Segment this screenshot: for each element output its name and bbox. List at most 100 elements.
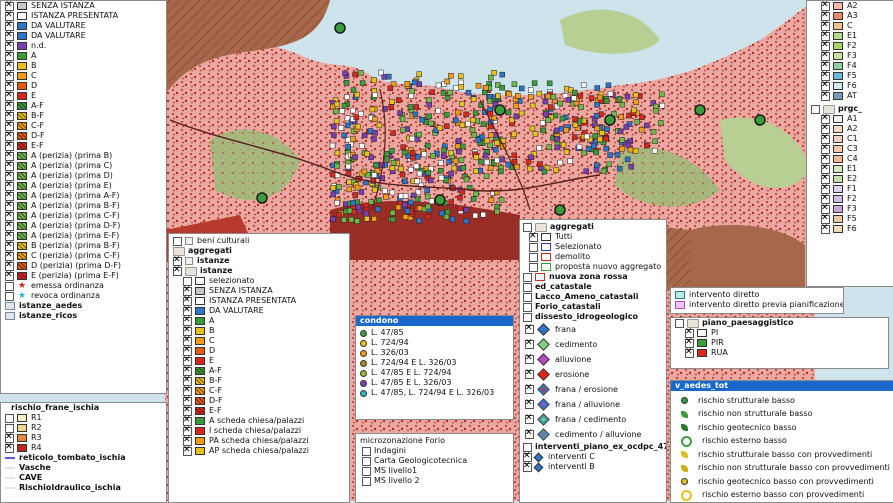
layer-checkbox[interactable] xyxy=(523,282,532,292)
legend-item[interactable]: ISTANZA PRESENTATA xyxy=(1,10,166,21)
layer-row[interactable]: istanze_ricos xyxy=(1,311,166,321)
condono-item[interactable]: L. 47/85 xyxy=(360,328,513,338)
legend-item[interactable]: A2 xyxy=(821,1,893,11)
interventi-item[interactable]: interventi B xyxy=(523,461,666,472)
legend-item[interactable]: istanze xyxy=(169,255,349,266)
layer-checkbox[interactable] xyxy=(523,272,532,282)
legend-item[interactable]: A xyxy=(1,50,166,61)
layer-checkbox[interactable] xyxy=(5,442,14,453)
prgc-title[interactable]: prgc_ xyxy=(807,104,893,114)
legend-item[interactable]: nuova zona rossa xyxy=(523,272,666,282)
legend-item[interactable]: selezionato xyxy=(169,276,349,286)
legend-item[interactable]: proposta nuovo aggregato xyxy=(523,262,666,272)
layer-checkbox[interactable] xyxy=(362,466,371,476)
legend-item[interactable]: A (perizia) (prima E-F) xyxy=(1,230,166,241)
legend-item[interactable]: E1 xyxy=(821,163,893,174)
legend-item[interactable]: intervento diretto previa pianificazione xyxy=(675,300,843,310)
legend-item[interactable]: F1 xyxy=(821,183,893,194)
aedes-title[interactable]: v_aedes_tot xyxy=(671,381,893,391)
legend-item[interactable]: C-F xyxy=(1,120,166,131)
layer-checkbox[interactable] xyxy=(525,413,534,424)
legend-item[interactable]: D-F xyxy=(1,130,166,141)
legend-item[interactable]: C xyxy=(169,335,349,346)
legend-item[interactable]: A (perizia) (prima B) xyxy=(1,150,166,161)
legend-item[interactable]: C (perizia) (prima C-F) xyxy=(1,250,166,261)
legend-item[interactable]: E1 xyxy=(821,30,893,41)
layer-checkbox[interactable] xyxy=(529,231,538,242)
layer-checkbox[interactable] xyxy=(525,368,534,379)
layer-checkbox[interactable] xyxy=(173,265,182,276)
legend-item[interactable]: A-F xyxy=(1,100,166,111)
legend-item[interactable]: C xyxy=(1,70,166,81)
legend-item[interactable]: F4 xyxy=(821,60,893,71)
legend-item[interactable]: aggregati xyxy=(169,246,349,256)
legend-item[interactable]: istanze xyxy=(169,265,349,276)
legend-item[interactable]: A (perizia) (prima E) xyxy=(1,180,166,191)
dissesto-item[interactable]: frana xyxy=(525,322,666,337)
layer-row[interactable]: RischioIdraulico_ischia xyxy=(1,483,166,493)
layer-checkbox[interactable] xyxy=(173,236,182,246)
legend-item[interactable]: A (perizia) (prima C-F) xyxy=(1,210,166,221)
legend-item[interactable]: DA VALUTARE xyxy=(1,30,166,41)
legend-item[interactable]: D-F xyxy=(169,395,349,406)
legend-item[interactable]: B xyxy=(169,325,349,336)
legend-item[interactable]: E-F xyxy=(1,140,166,151)
legend-item[interactable]: intervento diretto xyxy=(675,290,843,300)
legend-item[interactable]: DA VALUTARE xyxy=(1,20,166,31)
legend-item[interactable]: F6 xyxy=(821,80,893,91)
legend-item[interactable]: PIR xyxy=(685,337,888,348)
piano-checkbox[interactable] xyxy=(675,318,684,328)
layer-checkbox[interactable] xyxy=(525,338,534,349)
legend-item[interactable]: ★ revoca ordinanza xyxy=(1,291,166,301)
legend-item[interactable]: A (perizia) (prima B-F) xyxy=(1,200,166,211)
microzonazione-title[interactable]: microzonazione Forio xyxy=(356,436,513,446)
legend-item[interactable]: ed_catastale xyxy=(523,282,666,292)
legend-item[interactable]: B (perizia) (prima B-F) xyxy=(1,240,166,251)
legend-item[interactable]: demolito xyxy=(523,252,666,262)
legend-item[interactable]: F6 xyxy=(821,223,893,234)
legend-item[interactable]: A2 xyxy=(821,123,893,134)
legend-item[interactable]: B-F xyxy=(169,375,349,386)
layer-checkbox[interactable] xyxy=(523,461,532,472)
legend-item[interactable]: E xyxy=(169,355,349,366)
legend-item[interactable]: B-F xyxy=(1,110,166,121)
condono-item[interactable]: L. 724/94 xyxy=(360,338,513,348)
condono-item[interactable]: L. 47/85 E L. 724/94 xyxy=(360,368,513,378)
legend-item[interactable]: beni culturali xyxy=(169,236,349,246)
interventi-item[interactable]: interventi_piano_ex_ocdpc_476 xyxy=(523,442,666,452)
dissesto-item[interactable]: erosione xyxy=(525,367,666,382)
legend-item[interactable]: D (perizia) (prima D-F) xyxy=(1,260,166,271)
legend-item[interactable]: DA VALUTARE xyxy=(169,305,349,316)
legend-item[interactable]: F5 xyxy=(821,213,893,224)
legend-item[interactable]: D xyxy=(169,345,349,356)
legend-item[interactable]: F3 xyxy=(821,50,893,61)
legend-item[interactable]: SENZA ISTANZA xyxy=(1,1,166,11)
legend-item[interactable]: F3 xyxy=(821,203,893,214)
dissesto-item[interactable]: frana / cedimento xyxy=(525,412,666,427)
aedes-item[interactable]: rischio strutturale basso xyxy=(677,394,893,408)
prgc-checkbox[interactable] xyxy=(811,104,820,114)
legend-item[interactable]: Lacco_Ameno_catastali xyxy=(523,292,666,302)
layer-checkbox[interactable] xyxy=(525,323,534,334)
layer-checkbox[interactable] xyxy=(821,90,830,101)
layer-checkbox[interactable] xyxy=(685,347,694,358)
layer-checkbox[interactable] xyxy=(525,398,534,409)
legend-item[interactable]: A (perizia) (prima D) xyxy=(1,170,166,181)
microzonazione-item[interactable]: Indagini xyxy=(362,446,513,456)
legend-item[interactable]: AP scheda chiesa/palazzi xyxy=(169,445,349,456)
layer-checkbox[interactable] xyxy=(183,445,192,456)
legend-item[interactable]: A xyxy=(169,315,349,326)
aedes-item[interactable]: rischio non strutturale basso xyxy=(677,408,893,422)
legend-item[interactable]: A (perizia) (prima A-F) xyxy=(1,190,166,201)
layer-checkbox[interactable] xyxy=(525,428,534,439)
microzonazione-item[interactable]: Carta Geologicotecnica xyxy=(362,456,513,466)
legend-item[interactable]: C1 xyxy=(821,133,893,144)
legend-item[interactable]: C-F xyxy=(169,385,349,396)
aedes-item[interactable]: rischio esterno basso con provvedimenti xyxy=(677,489,893,503)
legend-item[interactable]: C3 xyxy=(821,143,893,154)
dissesto-title[interactable]: dissesto_idrogeologico xyxy=(520,312,666,322)
legend-item[interactable]: PA scheda chiesa/palazzi xyxy=(169,435,349,446)
legend-item[interactable]: A-F xyxy=(169,365,349,376)
condono-item[interactable]: L. 724/94 E L. 326/03 xyxy=(360,358,513,368)
layer-row[interactable]: Vasche xyxy=(1,463,166,473)
